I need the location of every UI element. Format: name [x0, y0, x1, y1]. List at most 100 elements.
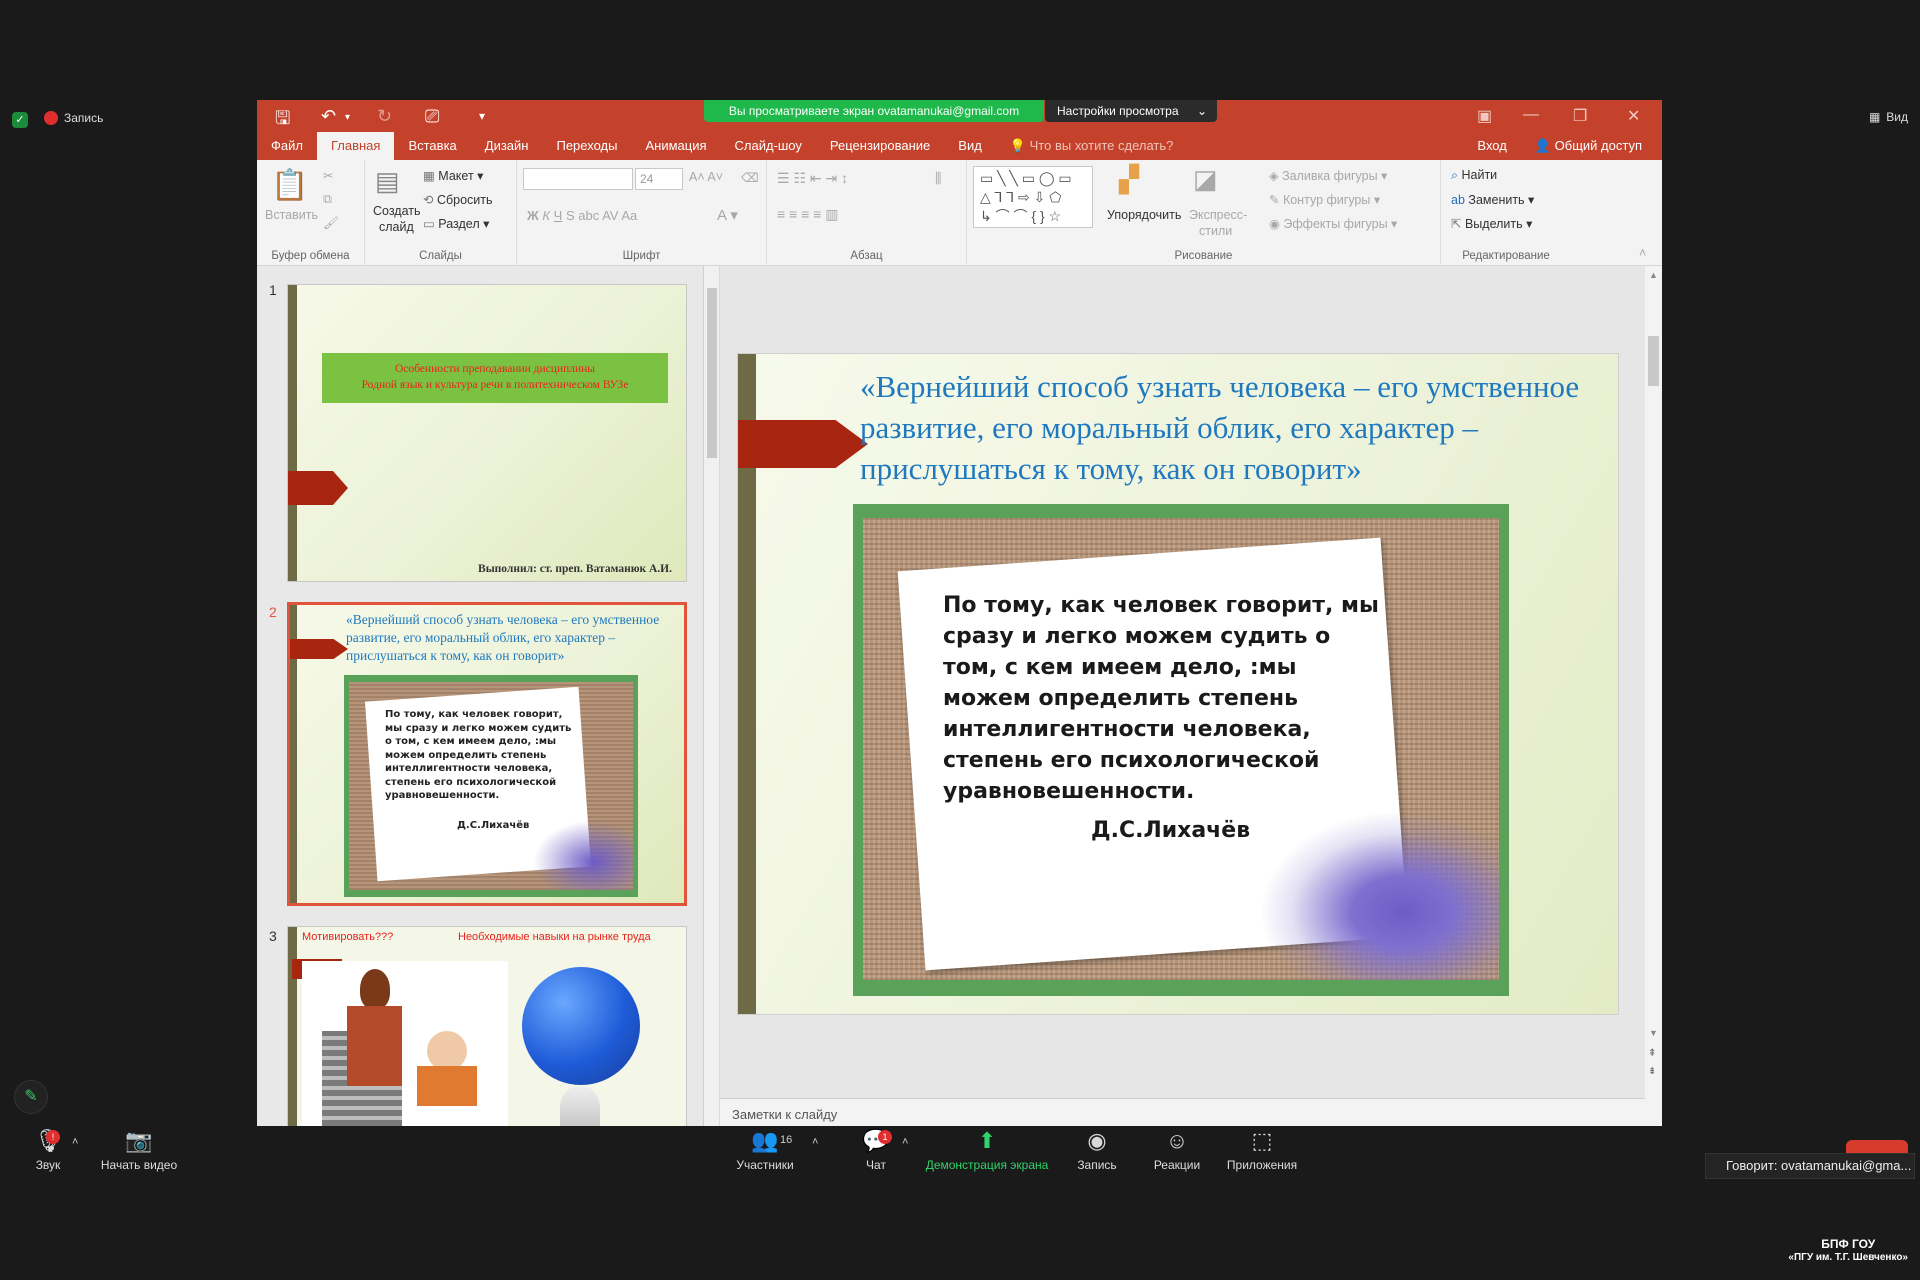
tab-home[interactable]: Главная	[316, 132, 395, 160]
shape-effects-button[interactable]: ◉ Эффекты фигуры ▾	[1269, 216, 1397, 231]
notes-pane[interactable]: Заметки к слайду	[720, 1098, 1662, 1126]
apps-button[interactable]: ⬚ Приложения	[1224, 1128, 1300, 1172]
format-painter-icon[interactable]: 🖌	[323, 216, 339, 231]
new-slide-button-line2[interactable]: слайд	[379, 220, 414, 234]
organization-watermark: БПФ ГОУ «ПГУ им. Т.Г. Шевченко»	[1788, 1238, 1908, 1264]
tab-design[interactable]: Дизайн	[471, 132, 543, 160]
close-icon[interactable]: ✕	[1627, 106, 1640, 126]
thumb3-figure-body	[347, 1006, 402, 1086]
view-label: Вид	[1886, 110, 1908, 124]
restore-icon[interactable]: ❐	[1573, 106, 1587, 126]
undo-dropdown-icon[interactable]: ▾	[345, 112, 350, 123]
reset-button[interactable]: ⟲ Сбросить	[423, 192, 493, 207]
text-direction-icon[interactable]: ⫼	[935, 170, 941, 187]
prev-slide-icon[interactable]: ⇞	[1648, 1048, 1656, 1059]
font-color-icon[interactable]: A ▾	[717, 206, 738, 224]
layout-button[interactable]: ▦ Макет ▾	[423, 168, 483, 183]
share-screen-icon: ⬆	[977, 1128, 997, 1153]
reactions-button[interactable]: ☺ Реакции	[1148, 1128, 1206, 1172]
scroll-down-icon[interactable]: ▼	[1649, 1028, 1658, 1038]
select-button[interactable]: ⇱ Выделить ▾	[1451, 216, 1532, 231]
list-icons[interactable]: ☰ ☷ ⇤ ⇥ ↕	[777, 170, 848, 187]
font-size-box[interactable]: 24	[635, 168, 683, 190]
shapes-gallery[interactable]: ▭ ╲ ╲ ▭ ◯ ▭ △ ⅂ ⅂ ⇨ ⇩ ⬠ ↳ ⌒ ⌒ { } ☆	[973, 166, 1093, 228]
copy-icon[interactable]: ⧉	[323, 192, 332, 207]
scroll-thumb[interactable]	[707, 288, 717, 458]
thumb2-title: «Вернейший способ узнать человека – его …	[346, 612, 660, 663]
slide-scrollbar[interactable]: ▲ ▼ ⇞ ⇟	[1645, 266, 1662, 1126]
tab-view[interactable]: Вид	[944, 132, 996, 160]
tell-me-search[interactable]: 💡 Что вы хотите сделать?	[996, 132, 1188, 160]
tab-transitions[interactable]: Переходы	[542, 132, 631, 160]
quick-styles-line1[interactable]: Экспресс-	[1189, 208, 1247, 222]
leave-button-partial[interactable]	[1846, 1140, 1908, 1154]
paste-button[interactable]: Вставить	[265, 208, 318, 222]
redo-icon[interactable]: ↻	[377, 106, 392, 127]
participants-count: 16	[780, 1134, 793, 1146]
thumbnails-scrollbar[interactable]	[704, 266, 720, 1126]
tab-slideshow[interactable]: Слайд-шоу	[721, 132, 816, 160]
share-screen-button[interactable]: ⬆ Демонстрация экрана	[922, 1128, 1052, 1172]
arrange-icon[interactable]: ▞	[1119, 164, 1139, 195]
recording-indicator[interactable]: Запись	[44, 111, 103, 125]
chat-chevron-icon[interactable]: ˄	[902, 1136, 908, 1148]
grow-font-icon[interactable]: A˄ A˅	[689, 170, 723, 184]
tab-animations[interactable]: Анимация	[631, 132, 720, 160]
new-slide-button-line1[interactable]: Создать	[373, 204, 421, 218]
slide-quote-author[interactable]: Д.С.Лихачёв	[1091, 818, 1250, 843]
burlap-background: По тому, как человек говорит, мы сразу и…	[863, 518, 1499, 980]
next-slide-icon[interactable]: ⇟	[1648, 1066, 1656, 1077]
slide-editor: «Вернейший способ узнать человека – его …	[720, 266, 1662, 1126]
undo-icon[interactable]: ↶	[321, 106, 336, 127]
view-options-dropdown[interactable]: Настройки просмотра ⌄	[1045, 100, 1217, 122]
quote-frame[interactable]: По тому, как человек говорит, мы сразу и…	[853, 504, 1509, 996]
minimize-icon[interactable]: —	[1523, 106, 1539, 124]
thumb3-blue-ball	[522, 967, 640, 1085]
share-button[interactable]: 👤 Общий доступ	[1521, 132, 1662, 160]
collapse-ribbon-icon[interactable]: ˄	[1639, 246, 1646, 260]
shape-outline-button[interactable]: ✎ Контур фигуры ▾	[1269, 192, 1380, 207]
audio-options-chevron-icon[interactable]: ˄	[72, 1136, 78, 1148]
new-slide-icon[interactable]: ▤	[375, 166, 400, 197]
find-button[interactable]: ⌕ Найти	[1451, 168, 1497, 183]
thumb-number-3: 3	[269, 928, 277, 944]
current-slide[interactable]: «Вернейший способ узнать человека – его …	[738, 354, 1618, 1014]
present-icon[interactable]: ⎚	[425, 106, 439, 127]
cut-icon[interactable]: ✂	[323, 168, 333, 183]
tab-insert[interactable]: Вставка	[394, 132, 470, 160]
tab-review[interactable]: Рецензирование	[816, 132, 944, 160]
ribbon-display-icon[interactable]: ▣	[1477, 106, 1492, 126]
slide-title[interactable]: «Вернейший способ узнать человека – его …	[860, 366, 1600, 489]
shape-fill-button[interactable]: ◈ Заливка фигуры ▾	[1269, 168, 1387, 183]
slide-quote[interactable]: По тому, как человек говорит, мы сразу и…	[943, 590, 1383, 807]
scroll-thumb[interactable]	[1648, 336, 1659, 386]
start-video-button[interactable]: 📷 Начать видео	[96, 1128, 182, 1172]
thumb2-frame: По тому, как человек говорит, мы сразу и…	[344, 675, 638, 897]
security-shield-icon[interactable]: ✓	[12, 112, 28, 128]
arrange-button[interactable]: Упорядочить	[1107, 208, 1181, 222]
participants-chevron-icon[interactable]: ˄	[812, 1136, 818, 1148]
record-button[interactable]: ◉ Запись	[1074, 1128, 1120, 1172]
view-button[interactable]: ▦ Вид	[1869, 110, 1908, 124]
slide-arrow-shape	[738, 420, 868, 468]
section-button[interactable]: ▭ Раздел ▾	[423, 216, 489, 231]
tab-file[interactable]: Файл	[257, 132, 317, 160]
clear-format-icon[interactable]: ⌫	[741, 170, 759, 185]
scroll-up-icon[interactable]: ▲	[1649, 270, 1658, 280]
customize-qat-icon[interactable]: ▾	[479, 109, 485, 123]
login-link[interactable]: Вход	[1463, 132, 1520, 160]
thumb1-author: Выполнил: ст. преп. Ватаманюк А.И.	[478, 563, 672, 575]
annotate-pen-icon[interactable]: ✎	[14, 1080, 48, 1114]
editing-group: ⌕ Найти ab Заменить ▾ ⇱ Выделить ▾ Редак…	[1441, 160, 1571, 266]
quick-styles-icon[interactable]: ◪	[1193, 164, 1218, 195]
align-icons[interactable]: ≡ ≡ ≡ ≡ ▥	[777, 206, 838, 223]
thumbnail-slide-3[interactable]: Мотивировать??? Необходимые навыки на ры…	[287, 926, 687, 1126]
replace-button[interactable]: ab Заменить ▾	[1451, 192, 1534, 207]
thumbnail-slide-2[interactable]: «Вернейший способ узнать человека – его …	[287, 602, 687, 906]
font-name-box[interactable]	[523, 168, 633, 190]
lightbulb-icon: 💡	[1009, 138, 1027, 153]
quick-styles-line2[interactable]: стили	[1199, 224, 1232, 238]
thumbnail-slide-1[interactable]: Особенности преподавании дисциплины Родн…	[287, 284, 687, 582]
paste-icon[interactable]: 📋	[271, 168, 308, 203]
font-format-icons[interactable]: Ж К Ч S abc AV Aa	[527, 208, 637, 223]
